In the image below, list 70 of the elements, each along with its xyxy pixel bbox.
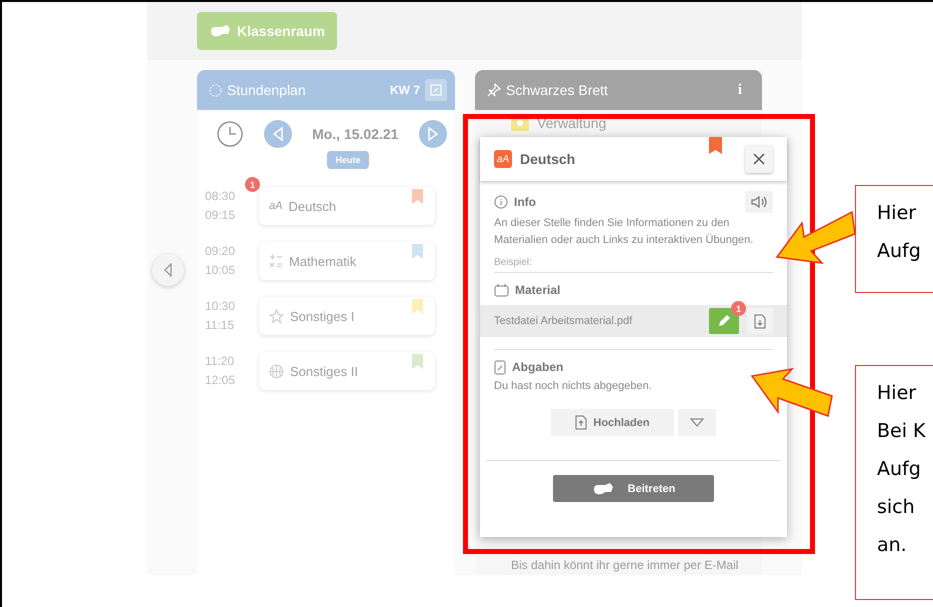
notice-text: Bis dahin könnt ihr gerne immer per E-Mail [511, 557, 740, 574]
board-title: Schwarzes Brett [506, 82, 609, 98]
ball-icon [269, 364, 284, 378]
info-text: An dieser Stelle finden Sie Informationen zu den Materialien oder auch Links zu interaktiven Übungen. [494, 216, 754, 248]
week-label: KW 7 [390, 83, 420, 97]
calendar-icon [430, 84, 442, 96]
section-heading: Info [514, 195, 536, 209]
close-icon [753, 153, 765, 165]
pencil-icon [717, 314, 731, 328]
previous-day-button[interactable] [264, 120, 292, 148]
download-button[interactable] [747, 308, 773, 334]
section-heading: Material [515, 283, 560, 297]
caret-icon [690, 418, 704, 427]
camera-icon [592, 482, 614, 496]
popup-title: Deutsch [520, 151, 576, 167]
notification-badge: 1 [245, 177, 260, 192]
end-time: 09:15 [205, 207, 236, 224]
annotation-note: Hier Aufg [855, 185, 933, 293]
notification-badge: 1 [731, 301, 746, 316]
lesson-subject: Mathematik [289, 254, 356, 268]
read-aloud-button[interactable] [745, 191, 773, 213]
start-time: 10:30 [205, 298, 236, 315]
dropdown-button[interactable] [678, 409, 716, 436]
triangle-left-icon [272, 127, 284, 141]
triangle-left-icon [163, 263, 173, 277]
letters-icon: aA [269, 200, 282, 212]
info-icon [494, 195, 508, 209]
star-icon [269, 308, 284, 324]
annotation-note: Hier Bei K Aufg sich an. [855, 365, 933, 600]
next-day-button[interactable] [418, 120, 447, 148]
start-time: 11:20 [205, 353, 236, 370]
classroom-button[interactable]: Klassenraum [197, 12, 337, 50]
schedule-title: Stundenplan [227, 82, 307, 98]
section-heading: Abgaben [512, 360, 564, 374]
lesson-subject: Sonstiges II [290, 364, 358, 378]
date-label: Mo., 15.02.21 [312, 126, 398, 142]
calendar-icon [494, 283, 509, 297]
bookmark-icon [709, 137, 722, 154]
upload-button[interactable]: Hochladen [551, 409, 674, 436]
end-time: 10:05 [205, 262, 236, 279]
info-button[interactable]: i [732, 80, 748, 100]
today-button[interactable]: Heute [327, 151, 368, 169]
lesson-card[interactable]: Sonstiges I [259, 297, 435, 335]
speaker-icon [751, 196, 767, 208]
file-download-icon [754, 314, 766, 328]
close-button[interactable] [745, 145, 773, 173]
lesson-card[interactable]: Mathematik [259, 242, 435, 280]
lesson-card[interactable]: aA Deutsch [259, 187, 435, 225]
subject-icon: aA [494, 150, 512, 168]
submissions-text: Du hast noch nichts abgegeben. [494, 379, 653, 394]
file-name: Testdatei Arbeitsmaterial.pdf [494, 315, 634, 327]
clock-icon [217, 121, 243, 147]
example-label: Beispiel: [494, 257, 533, 268]
join-button[interactable]: Beitreten [553, 475, 714, 502]
document-edit-icon [494, 360, 506, 374]
camera-icon [209, 24, 231, 38]
end-time: 12:05 [205, 372, 236, 389]
lesson-subject: Deutsch [288, 198, 336, 214]
pin-icon [487, 83, 501, 97]
calendar-button[interactable] [425, 79, 447, 101]
start-time: 09:20 [205, 243, 236, 260]
lesson-subject: Sonstiges I [290, 308, 354, 324]
end-time: 11:15 [205, 317, 236, 334]
start-time: 08:30 [205, 188, 236, 205]
board-item-title: Verwaltung [537, 115, 606, 131]
triangle-right-icon [426, 127, 439, 141]
dashed-circle-icon [209, 84, 222, 96]
math-symbols-icon [269, 254, 283, 268]
lesson-card[interactable]: Sonstiges II [259, 352, 435, 390]
file-upload-icon [575, 415, 588, 430]
